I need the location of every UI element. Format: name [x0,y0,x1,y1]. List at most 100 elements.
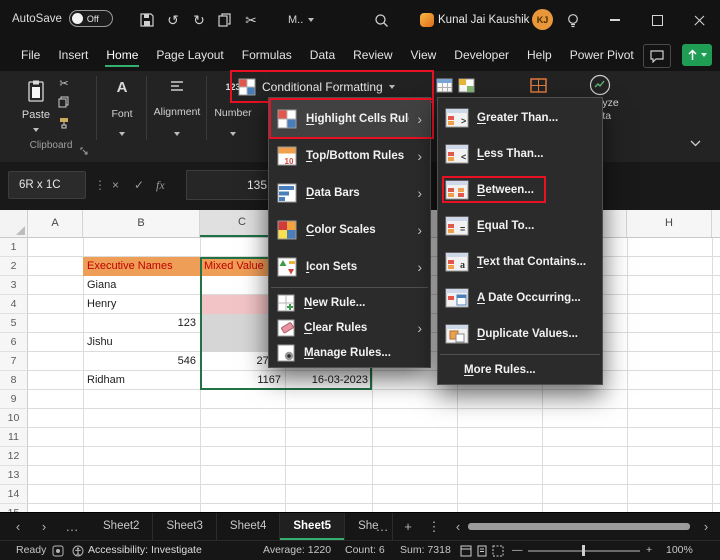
submenu-item-more-rules[interactable]: More Rules... [438,357,602,382]
row-header[interactable]: 5 [0,314,28,333]
ribbon-tab[interactable]: Review [344,40,401,70]
maximize-button[interactable] [642,8,672,32]
format-as-table-icon[interactable] [436,78,453,98]
submenu-item-between[interactable]: Between... [438,172,602,208]
cell-styles-icon[interactable] [458,78,475,98]
tab-scroll-right-icon[interactable]: › [34,513,54,540]
accessibility-status[interactable]: Accessibility: Investigate [88,541,202,560]
cut-icon[interactable]: ✂ [59,77,68,90]
cell-b4[interactable]: Henry [83,295,200,314]
font-group-button[interactable]: A Font [100,76,144,140]
row-header[interactable]: 2 [0,257,28,276]
normal-view-icon[interactable] [460,545,472,560]
select-all-corner[interactable] [0,210,28,238]
cell-b6[interactable]: Jishu [83,333,200,352]
zoom-out-icon[interactable]: — [512,541,523,560]
ribbon-tab[interactable]: Home [97,40,147,70]
minimize-button[interactable] [600,8,630,32]
menu-item-highlight-cells-rules[interactable]: Highlight Cells Rules › [269,100,430,137]
row-header[interactable]: 7 [0,352,28,371]
row-header[interactable]: 15 [0,504,28,512]
tab-options-icon[interactable]: ⋮ [424,513,444,540]
menu-item-icon-sets[interactable]: Icon Sets › [269,248,430,285]
row-header[interactable]: 14 [0,485,28,504]
sheet-tab[interactable]: Sheet2 [90,513,153,540]
row-header[interactable]: 11 [0,428,28,447]
column-header[interactable]: A [28,210,83,237]
row-header[interactable]: 12 [0,447,28,466]
row-header[interactable]: 6 [0,333,28,352]
cell-d8[interactable]: 16-03-2023 [285,371,372,390]
new-sheet-icon[interactable]: + [398,513,418,540]
cell-c8[interactable]: 1167 [200,371,285,390]
ribbon-tab[interactable]: Data [301,40,344,70]
quick-access-dropdown[interactable]: M.. [288,9,314,31]
copy-icon[interactable] [214,9,236,31]
column-header[interactable]: H [627,210,712,237]
row-header[interactable]: 3 [0,276,28,295]
enter-icon[interactable]: ✓ [134,171,144,199]
zoom-level[interactable]: 100% [666,541,693,560]
name-box-handle-icon[interactable]: ⋮ [94,171,106,199]
menu-item-top-bottom-rules[interactable]: 10 Top/Bottom Rules › [269,137,430,174]
search-icon[interactable] [370,9,392,31]
copy-icon[interactable] [58,96,70,111]
macro-record-icon[interactable] [52,545,64,560]
cell-b7[interactable]: 546 [83,352,200,371]
menu-item-clear-rules[interactable]: Clear Rules › [269,315,430,340]
submenu-item-less-than[interactable]: < Less Than... [438,136,602,172]
collapse-ribbon-icon[interactable] [690,134,701,152]
autosave-control[interactable]: AutoSave Off [12,10,113,27]
submenu-item-equal-to[interactable]: = Equal To... [438,208,602,244]
user-name[interactable]: Kunal Jai Kaushik [438,0,530,40]
ribbon-tab[interactable]: Power Pivot [561,40,643,70]
row-header[interactable]: 1 [0,238,28,257]
ribbon-tab[interactable]: Page Layout [147,40,232,70]
submenu-item-text-that-contains[interactable]: a Text that Contains... [438,244,602,280]
insert-function-icon[interactable]: fx [156,171,165,199]
row-header[interactable]: 13 [0,466,28,485]
alignment-group-button[interactable]: Alignment [149,76,205,140]
horizontal-scrollbar-thumb[interactable] [468,523,690,530]
ribbon-tab[interactable]: Insert [49,40,97,70]
ribbon-tab[interactable]: Help [518,40,561,70]
tab-list-icon[interactable]: … [62,513,82,540]
row-header[interactable]: 9 [0,390,28,409]
lightbulb-icon[interactable] [562,9,584,31]
cell-b8[interactable]: Ridham [83,371,200,390]
undo-icon[interactable]: ↺ [162,9,184,31]
insert-table-icon[interactable] [530,78,547,98]
status-average[interactable]: Average: 1220 [263,541,331,560]
zoom-in-icon[interactable]: + [646,541,652,560]
comments-button[interactable] [643,44,671,68]
row-header[interactable]: 10 [0,409,28,428]
close-button[interactable] [684,8,714,32]
avatar[interactable]: KJ [532,9,553,30]
ribbon-tab[interactable]: File [12,40,49,70]
autosave-toggle[interactable]: Off [69,10,113,27]
name-box[interactable]: 6R x 1C [8,171,86,199]
format-painter-icon[interactable] [58,117,70,132]
save-icon[interactable] [136,9,158,31]
column-header[interactable]: B [83,210,200,237]
submenu-item-greater-than[interactable]: > Greater Than... [438,100,602,136]
sheet-tab[interactable]: Sheet4 [217,513,280,540]
cell-b2[interactable]: Executive Names [83,257,200,276]
redo-icon[interactable]: ↻ [188,9,210,31]
menu-item-manage-rules[interactable]: Manage Rules... [269,340,430,365]
conditional-formatting-button[interactable]: Conditional Formatting [238,74,395,99]
page-break-view-icon[interactable] [492,545,504,560]
cell-b3[interactable]: Giana [83,276,200,295]
dialog-launcher-icon[interactable] [80,142,88,160]
cut-icon[interactable]: ✂ [240,9,262,31]
ribbon-tab[interactable]: Developer [445,40,518,70]
cancel-icon[interactable]: × [112,171,119,199]
status-count[interactable]: Count: 6 [345,541,385,560]
tab-scroll-left-icon[interactable]: ‹ [8,513,28,540]
ribbon-tab[interactable]: Formulas [233,40,301,70]
menu-item-data-bars[interactable]: Data Bars › [269,174,430,211]
submenu-item-duplicate-values[interactable]: Duplicate Values... [438,316,602,352]
sheet-tab[interactable]: Sheet5 [280,513,345,540]
status-sum[interactable]: Sum: 7318 [400,541,451,560]
hscroll-right-icon[interactable]: › [696,513,716,540]
